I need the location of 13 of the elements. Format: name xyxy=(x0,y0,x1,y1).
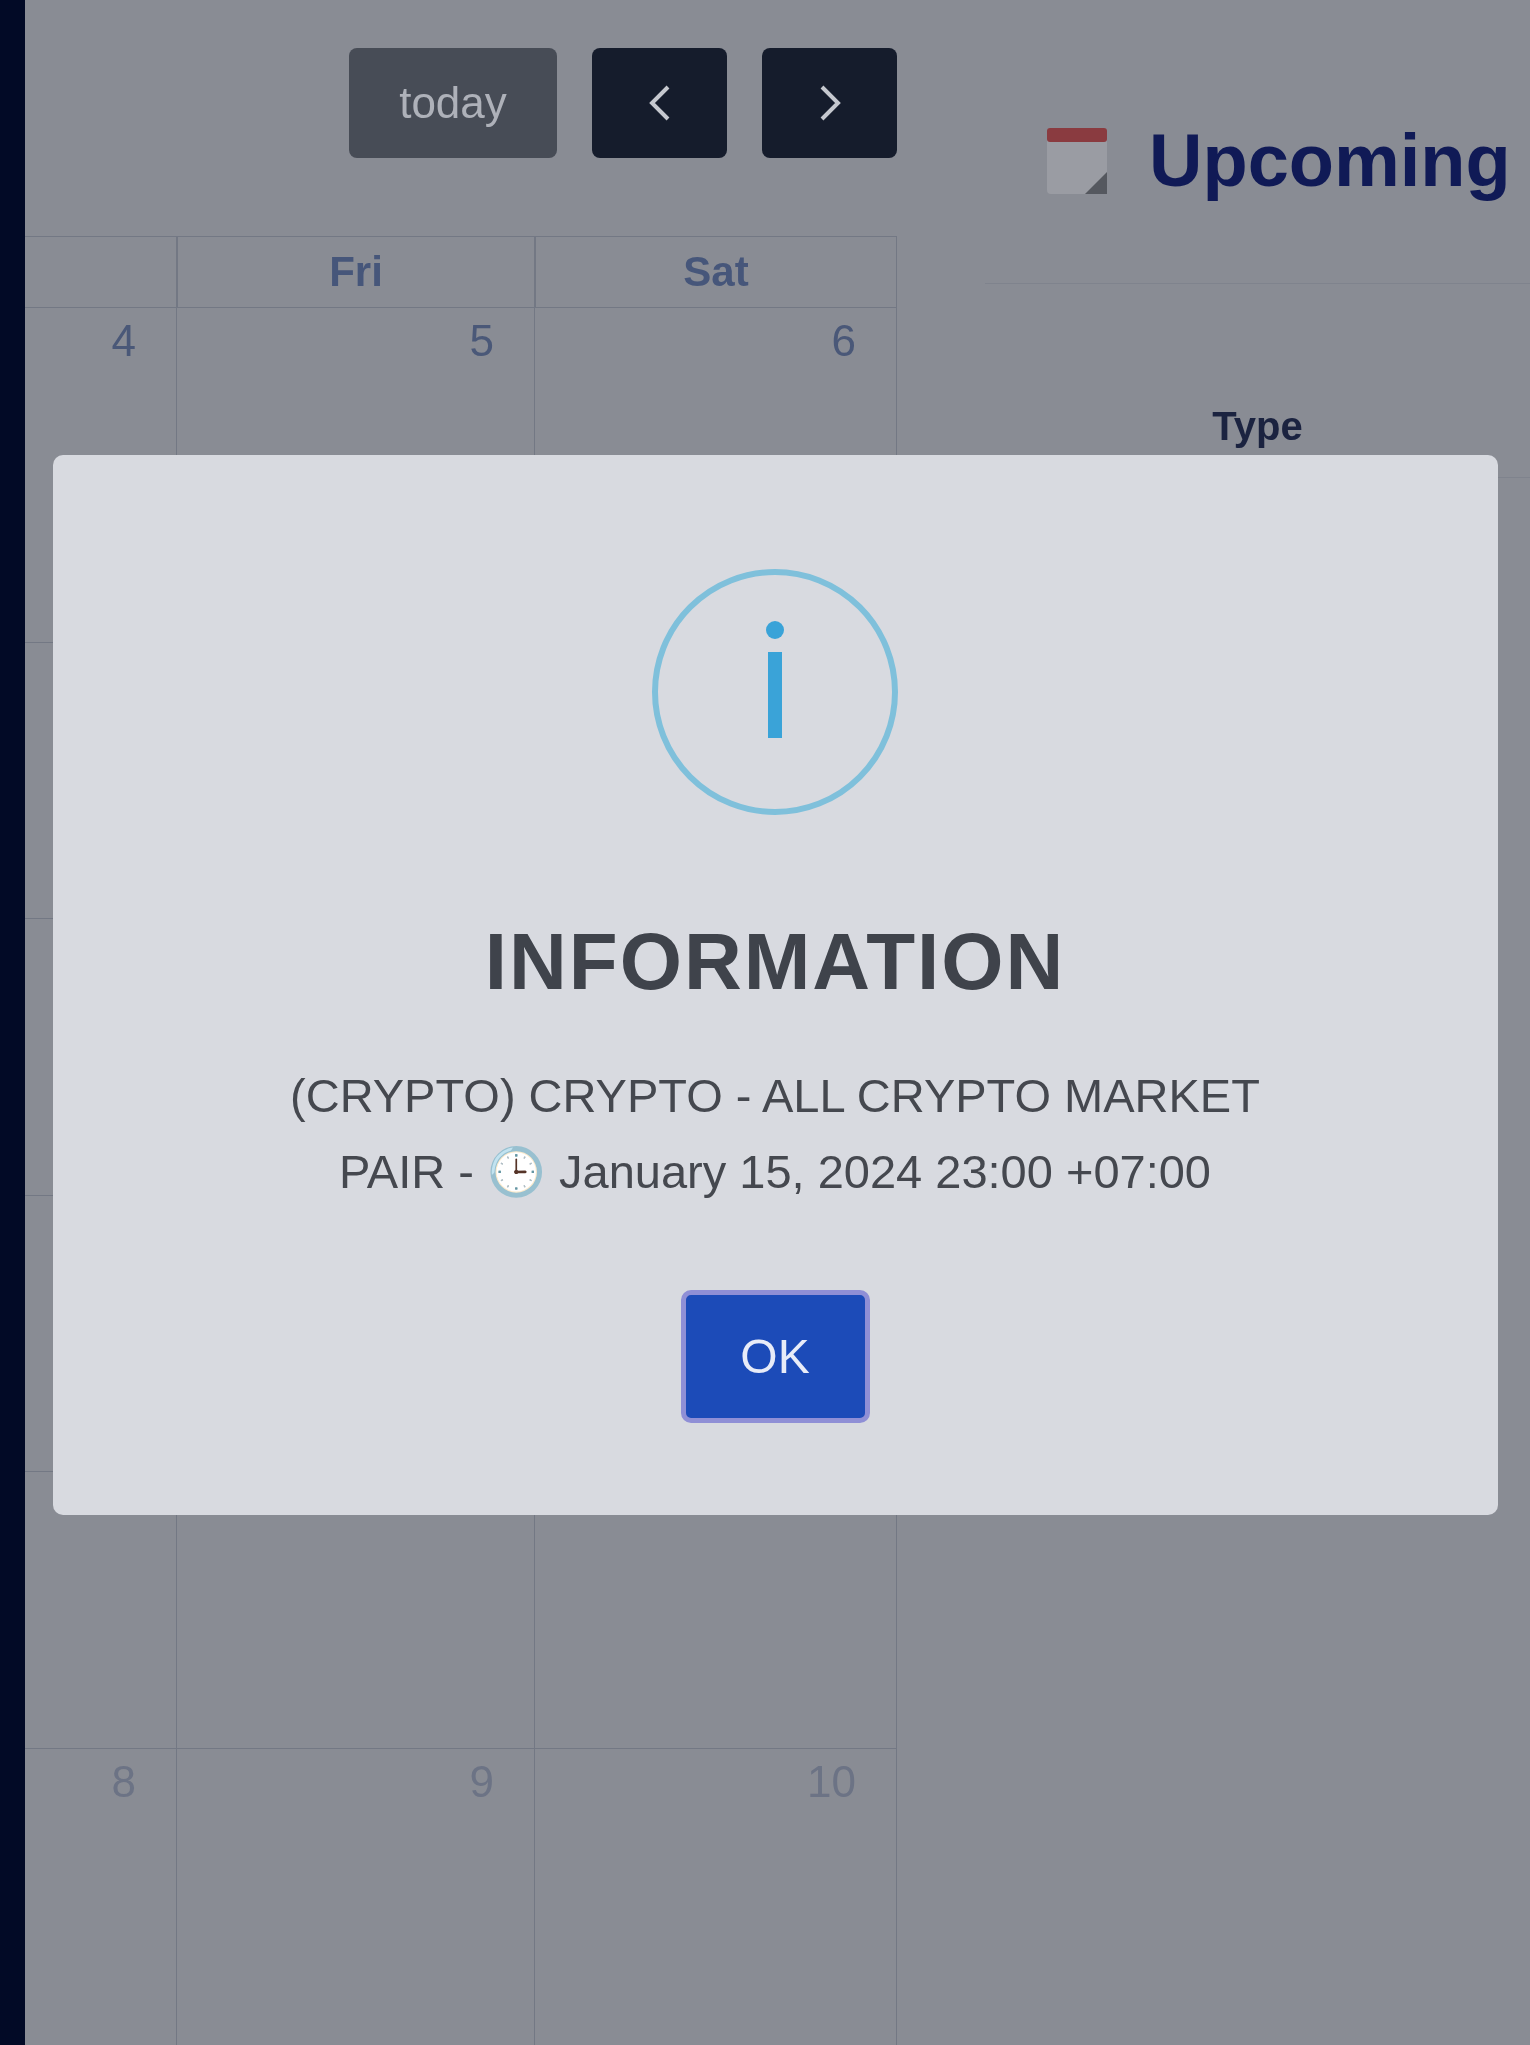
panel-title: Upcoming xyxy=(1149,117,1511,203)
next-button[interactable] xyxy=(762,48,897,158)
previous-button[interactable] xyxy=(592,48,727,158)
info-icon xyxy=(651,568,899,816)
ok-button[interactable]: OK xyxy=(680,1290,870,1423)
dialog-title: INFORMATION xyxy=(484,916,1066,1008)
day-header: Fri xyxy=(177,236,535,308)
dialog-message: (CRYPTO) CRYPTO - ALL CRYPTO MARKET PAIR - 🕒 January 15, 2024 23:00 +07:00 xyxy=(289,1068,1261,1200)
column-header: Type xyxy=(1211,404,1304,449)
day-number: 5 xyxy=(469,315,495,366)
day-number: 4 xyxy=(111,315,137,366)
day-number: 6 xyxy=(831,315,857,366)
day-header: Sat xyxy=(535,236,897,308)
